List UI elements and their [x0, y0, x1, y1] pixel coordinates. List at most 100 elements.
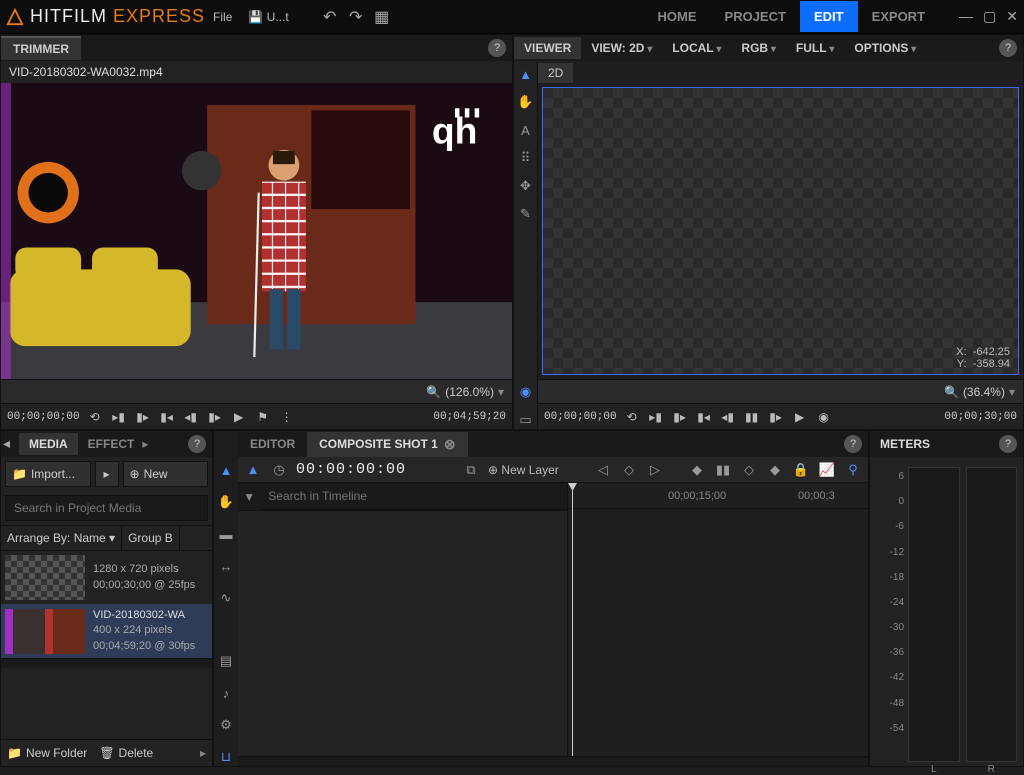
help-icon[interactable]: ? [844, 435, 862, 453]
filter-icon[interactable]: ▼ [238, 490, 260, 504]
trimmer-tab[interactable]: TRIMMER [1, 36, 81, 60]
media-search-input[interactable] [5, 495, 208, 521]
key-icon[interactable]: ◇ [620, 461, 638, 479]
tab-export[interactable]: EXPORT [858, 1, 939, 32]
trimmer-zoom-value[interactable]: (126.0%) [445, 385, 494, 399]
timeline-search-input[interactable] [260, 483, 567, 510]
new-folder-button[interactable]: 📁 New Folder [7, 746, 87, 760]
key-in-icon[interactable]: ◆ [688, 461, 706, 479]
panel-expand-icon[interactable]: ▸ [200, 746, 206, 760]
tab-edit[interactable]: EDIT [800, 1, 858, 32]
out-point-icon[interactable]: ▮▸ [671, 408, 689, 426]
viewer-tab[interactable]: VIEWER [514, 37, 581, 59]
goto-start-icon[interactable]: ▮◂ [158, 408, 176, 426]
viewer-view-dropdown[interactable]: VIEW: 2D [581, 37, 662, 59]
arrange-by-dropdown[interactable]: Arrange By: Name ▾ [1, 526, 122, 550]
next-key-icon[interactable]: ▷ [646, 461, 664, 479]
meters-tab[interactable]: METERS [870, 433, 940, 455]
frame-fwd-icon[interactable]: ▮▸ [206, 408, 224, 426]
delete-button[interactable]: 🗑 Delete [99, 746, 153, 760]
stopwatch-icon[interactable]: ◷ [270, 461, 288, 479]
new-button[interactable]: ⊕ New [123, 461, 209, 487]
masonry-icon[interactable]: ▦ [369, 4, 395, 30]
viewer-2d-tab[interactable]: 2D [538, 63, 573, 83]
new-layer-button[interactable]: ⊕ New Layer [488, 463, 559, 477]
import-menu-button[interactable]: ▸ [95, 461, 119, 487]
overlay-icon[interactable]: ▮▸ [134, 408, 152, 426]
magnify-icon[interactable]: 🔍 [426, 385, 441, 399]
help-icon[interactable]: ? [488, 39, 506, 57]
key-mid-icon[interactable]: ◇ [740, 461, 758, 479]
extra-tool-icon[interactable]: ▭ [517, 411, 535, 429]
options-icon[interactable]: ⋮ [278, 408, 296, 426]
viewer-channel-dropdown[interactable]: RGB [731, 37, 785, 59]
pointer-icon[interactable]: ▲ [244, 461, 262, 479]
scrollbar[interactable] [1, 658, 212, 668]
playhead[interactable] [572, 483, 573, 756]
record-icon[interactable]: ◉ [815, 408, 833, 426]
trimmer-video-preview[interactable]: qh ▮▮▮ [1, 83, 512, 379]
select-tool-icon[interactable]: ▲ [217, 461, 235, 479]
frame-back-icon[interactable]: ◂▮ [719, 408, 737, 426]
import-button[interactable]: 📁 Import... [5, 461, 91, 487]
orbit-tool-icon[interactable]: ◉ [517, 383, 535, 401]
key-hold-icon[interactable]: ▮▮ [714, 461, 732, 479]
tab-project[interactable]: PROJECT [711, 1, 800, 32]
timeline-timecode[interactable]: 00:00:00:00 [296, 461, 406, 478]
group-by-dropdown[interactable]: Group B [122, 526, 180, 550]
effects-tab[interactable]: EFFECT [78, 433, 145, 455]
slip-tool-icon[interactable]: ↔ [217, 557, 235, 575]
insert-icon[interactable]: ▸▮ [110, 408, 128, 426]
editor-tab[interactable]: EDITOR [238, 433, 307, 455]
grid-tool-icon[interactable]: ⠿ [517, 149, 535, 167]
loop-icon[interactable]: ⟲ [623, 408, 641, 426]
settings-icon[interactable]: ⚙ [217, 716, 235, 734]
loop-icon[interactable]: ⟲ [86, 408, 104, 426]
tab-home[interactable]: HOME [644, 1, 711, 32]
key-lock-icon[interactable]: 🔒 [792, 461, 810, 479]
prev-key-icon[interactable]: ◁ [594, 461, 612, 479]
text-tool-icon[interactable]: A [517, 121, 535, 139]
viewer-canvas[interactable]: X: -642.25 Y: -358.94 [542, 87, 1019, 375]
snap-icon[interactable]: ⊔ [217, 748, 235, 766]
video-track-icon[interactable]: ▤ [217, 652, 235, 670]
media-asset-video[interactable]: VID-20180302-WA 400 x 224 pixels 00;04;5… [1, 604, 212, 658]
slice-tool-icon[interactable]: ▬ [217, 525, 235, 543]
panel-collapse-icon[interactable]: ◂ [3, 435, 10, 452]
maximize-button[interactable]: ▢ [983, 8, 996, 25]
menu-file[interactable]: File [205, 6, 240, 28]
key-out-icon[interactable]: ◆ [766, 461, 784, 479]
composite-shot-tab[interactable]: COMPOSITE SHOT 1 ⊗ [307, 432, 467, 457]
play-icon[interactable]: ▶ [791, 408, 809, 426]
search-toggle-icon[interactable]: ⚲ [844, 461, 862, 479]
viewer-zoom-value[interactable]: (36.4%) [963, 385, 1005, 399]
minimize-button[interactable]: — [959, 8, 973, 25]
in-point-icon[interactable]: ▸▮ [647, 408, 665, 426]
frame-back-icon[interactable]: ◂▮ [182, 408, 200, 426]
select-tool-icon[interactable]: ▲ [517, 65, 535, 83]
close-button[interactable]: ✕ [1006, 8, 1018, 25]
scrollbar[interactable] [238, 756, 868, 766]
media-tab[interactable]: MEDIA [19, 433, 78, 455]
hand-tool-icon[interactable]: ✋ [217, 493, 235, 511]
help-icon[interactable]: ? [999, 435, 1017, 453]
frame-fwd-icon[interactable]: ▮▸ [767, 408, 785, 426]
dup-icon[interactable]: ⧉ [462, 461, 480, 479]
play-icon[interactable]: ▶ [230, 408, 248, 426]
pen-tool-icon[interactable]: ✎ [517, 205, 535, 223]
magnify-icon[interactable]: 🔍 [944, 385, 959, 399]
viewer-space-dropdown[interactable]: LOCAL [662, 37, 731, 59]
help-icon[interactable]: ? [188, 435, 206, 453]
help-icon[interactable]: ? [999, 39, 1017, 57]
pause-icon[interactable]: ▮▮ [743, 408, 761, 426]
timeline-track-area[interactable]: 00;00;15;00 00;00;3 [568, 483, 868, 756]
viewer-options-dropdown[interactable]: OPTIONS [844, 37, 926, 59]
audio-track-icon[interactable]: ♪ [217, 684, 235, 702]
mark-icon[interactable]: ⚑ [254, 408, 272, 426]
redo-button[interactable]: ↷ [343, 4, 369, 30]
undo-button[interactable]: ↶ [317, 4, 343, 30]
hand-tool-icon[interactable]: ✋ [517, 93, 535, 111]
close-tab-icon[interactable]: ⊗ [444, 436, 456, 453]
rate-tool-icon[interactable]: ∿ [217, 589, 235, 607]
menu-save[interactable]: 💾 U...t [240, 6, 296, 28]
